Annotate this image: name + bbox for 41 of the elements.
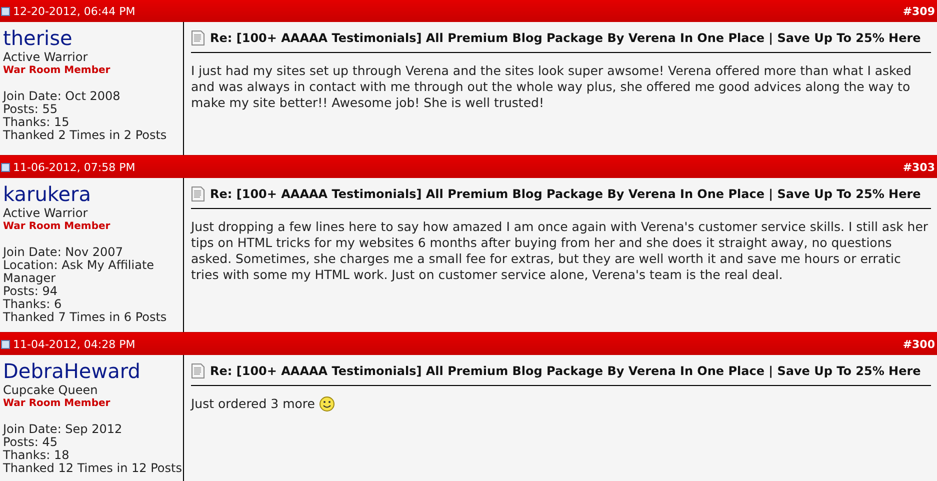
post-date: 11-06-2012, 07:58 PM xyxy=(13,160,136,174)
user-title: Active Warrior xyxy=(3,50,89,64)
user-detail: Join Date: Oct 2008 xyxy=(3,90,122,103)
document-icon xyxy=(191,186,205,202)
document-icon xyxy=(191,363,205,379)
user-group: War Room Member xyxy=(3,64,183,77)
user-detail: Posts: 94 xyxy=(3,285,58,298)
post-message: Just dropping a few lines here to say how amazed I am once again with Verena's customer service skills. I still ask her tips on HTML tricks for my websites 6 months after buying from her and she does it straight away, no questions asked. Sometimes, she charges me a small fee for extras, but they are well worth it and save me hours or erratic tries with some my HTML work. Just on customer service alone, Verena's team is the real deal. xyxy=(191,219,930,283)
smiley-icon xyxy=(318,396,335,412)
post-number-link[interactable]: #309 xyxy=(902,4,937,18)
user-title: Active Warrior xyxy=(3,206,89,220)
user-detail: Thanked 2 Times in 2 Posts xyxy=(3,129,168,142)
user-detail: Thanked 12 Times in 12 Posts xyxy=(3,462,183,475)
document-icon xyxy=(191,30,205,46)
post-date: 11-04-2012, 04:28 PM xyxy=(13,338,136,350)
post-title: Re: [100+ AAAAA Testimonials] All Premium Blog Package By Verena In One Place | Save Up To 25% Here xyxy=(210,187,921,201)
post-icon xyxy=(1,340,10,348)
post-date: 12-20-2012, 06:44 PM xyxy=(13,4,136,18)
username-link[interactable]: DebraHeward xyxy=(3,359,183,383)
user-detail: Posts: 55 xyxy=(3,103,58,116)
post-number-link[interactable]: #300 xyxy=(902,338,937,350)
user-title: Cupcake Queen xyxy=(3,383,99,397)
post-title: Re: [100+ AAAAA Testimonials] All Premium Blog Package By Verena In One Place | Save Up To 25% Here xyxy=(210,31,921,45)
post-icon xyxy=(1,6,10,16)
post-title: Re: [100+ AAAAA Testimonials] All Premium Blog Package By Verena In One Place | Save Up To 25% Here xyxy=(210,364,921,378)
username-link[interactable]: therise xyxy=(3,26,183,50)
user-group: War Room Member xyxy=(3,220,183,233)
user-detail: Location: Ask My Affiliate Manager xyxy=(3,259,156,285)
user-detail: Thanked 7 Times in 6 Posts xyxy=(3,311,168,324)
user-group: War Room Member xyxy=(3,397,183,410)
post-icon xyxy=(1,162,10,172)
user-detail: Thanks: 18 xyxy=(3,449,70,462)
user-detail: Thanks: 6 xyxy=(3,298,63,311)
user-detail: Join Date: Nov 2007 xyxy=(3,246,124,259)
post-message: Just ordered 3 more xyxy=(191,396,315,412)
user-detail: Thanks: 15 xyxy=(3,116,70,129)
post-message: I just had my sites set up through Verena and the sites look super awsome! Verena offered more than what I asked and was always in contact with me through out the whole way plus, she offered me good advices along the way to make my site better!! Awesome job! She is well trusted! xyxy=(191,63,912,111)
post-number-link[interactable]: #303 xyxy=(902,160,937,174)
username-link[interactable]: karukera xyxy=(3,182,183,206)
user-detail: Join Date: Sep 2012 xyxy=(3,423,124,436)
user-detail: Posts: 45 xyxy=(3,436,58,449)
